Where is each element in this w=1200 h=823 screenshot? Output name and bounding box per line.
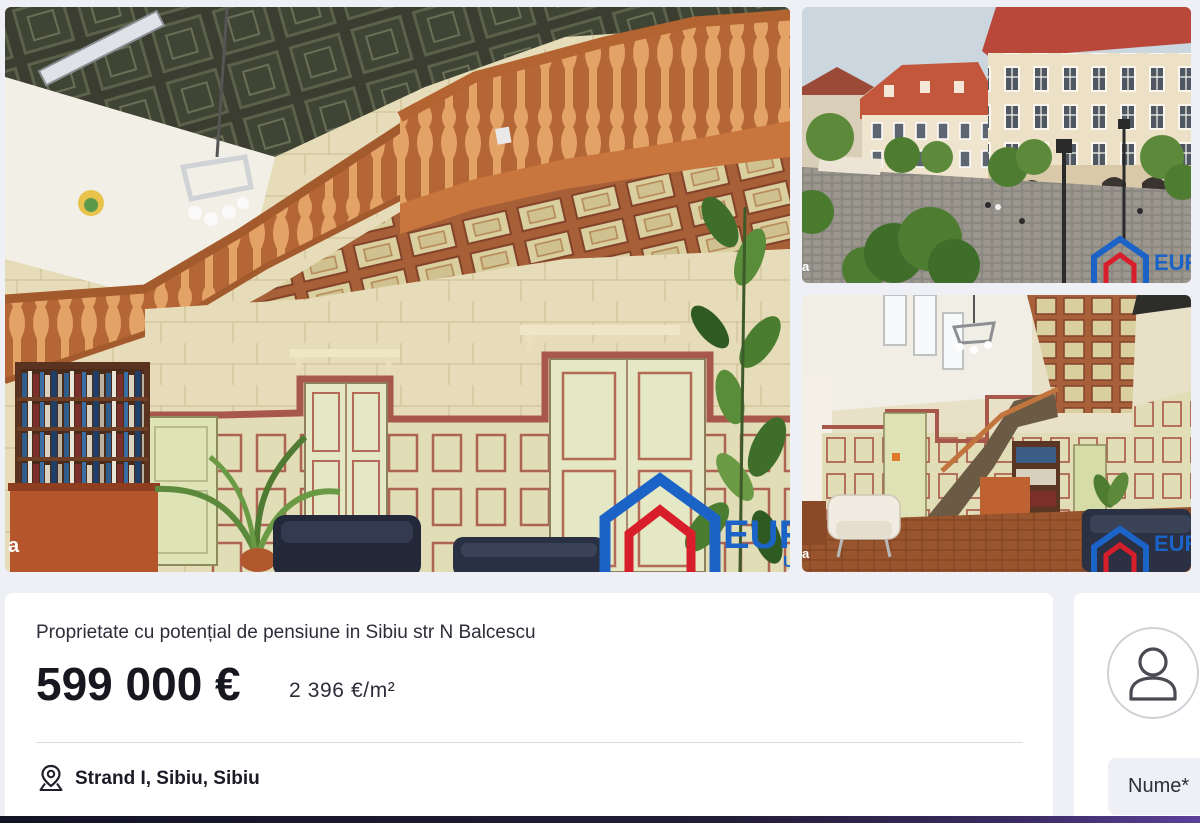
- brand-watermark-subtext: U: [783, 554, 790, 571]
- contact-card: [1074, 593, 1200, 823]
- bookshelf: [15, 362, 150, 490]
- listing-location: Strand I, Sibiu, Sibiu: [75, 768, 260, 789]
- map-pin-icon: [38, 764, 64, 792]
- agent-avatar: [1107, 627, 1199, 719]
- watermark-left: a: [802, 546, 810, 561]
- user-icon: [1129, 647, 1177, 701]
- price-per-sqm: 2 396 €/m²: [289, 679, 396, 702]
- main-photo[interactable]: EUR U a: [5, 7, 790, 572]
- listing-title: Proprietate cu potențial de pensiune in …: [36, 622, 536, 643]
- listing-price: 599 000 €: [36, 658, 241, 710]
- brand-watermark-text: EUR: [723, 513, 790, 557]
- divider: [36, 742, 1023, 743]
- cabinet: [802, 501, 826, 545]
- reception-desk: [8, 483, 160, 572]
- brand-watermark-text: EUR: [1154, 531, 1191, 556]
- listing-info-card: Proprietate cu potențial de pensiune in …: [5, 593, 1053, 823]
- watermark-left: a: [8, 535, 20, 557]
- watermark-left: a: [802, 259, 810, 274]
- bottom-bar: [0, 816, 1200, 823]
- side-photo-street[interactable]: EUR a: [802, 7, 1191, 283]
- name-field[interactable]: [1108, 758, 1200, 815]
- brand-watermark-text: EUR: [1154, 250, 1191, 275]
- wall-emblem: [78, 190, 104, 216]
- side-photo-interior[interactable]: EUR a: [802, 295, 1191, 572]
